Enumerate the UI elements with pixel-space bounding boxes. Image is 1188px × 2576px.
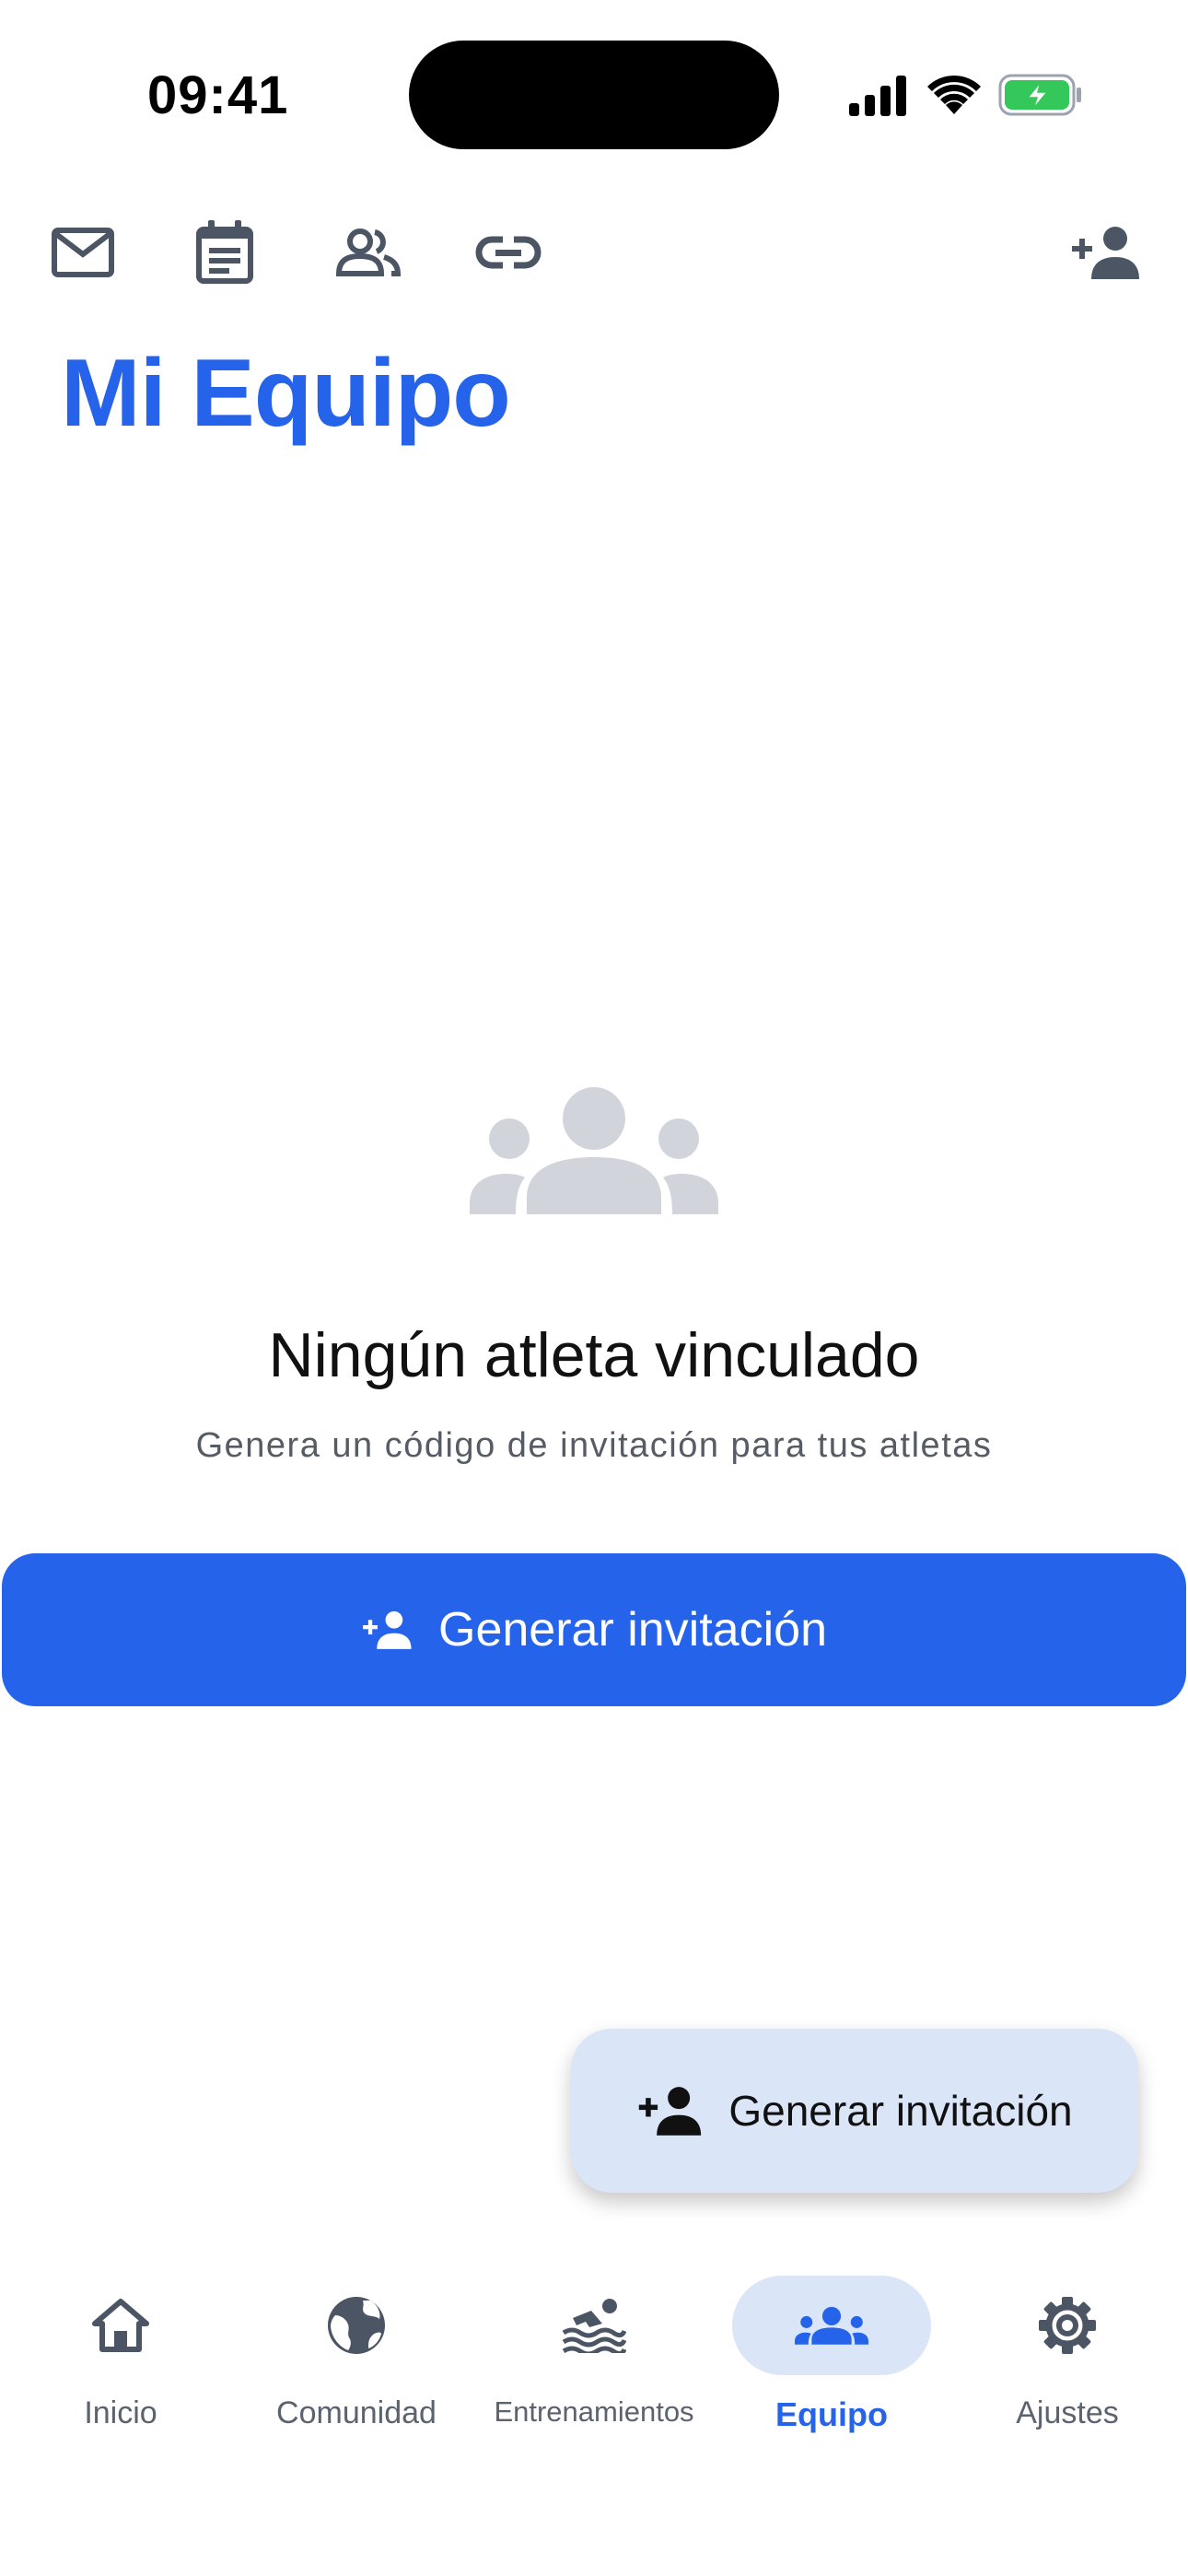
generate-invitation-label: Generar invitación: [438, 1603, 827, 1657]
status-time: 09:41: [147, 65, 289, 125]
add-person-icon: [361, 1610, 413, 1649]
nav-item-inicio[interactable]: Inicio: [2, 2276, 239, 2451]
empty-state-title: Ningún atleta vinculado: [268, 1320, 920, 1390]
notes-icon[interactable]: [177, 205, 273, 300]
home-icon: [91, 2298, 150, 2353]
add-person-icon: [636, 2086, 703, 2136]
mail-icon[interactable]: [35, 205, 131, 300]
nav-label-comunidad: Comunidad: [276, 2395, 437, 2430]
empty-state-subtitle: Genera un código de invitación para tus …: [195, 1426, 993, 1465]
swimming-icon: [562, 2298, 626, 2353]
people-icon[interactable]: [320, 205, 416, 300]
group-icon: [795, 2306, 868, 2345]
nav-label-entrenamientos: Entrenamientos: [494, 2395, 694, 2428]
gear-icon: [1037, 2295, 1098, 2356]
globe-icon: [326, 2295, 387, 2356]
nav-item-ajustes[interactable]: Ajustes: [949, 2276, 1186, 2451]
fab-label: Generar invitación: [728, 2087, 1073, 2135]
nav-label-ajustes: Ajustes: [1016, 2395, 1119, 2430]
generate-invitation-fab[interactable]: Generar invitación: [571, 2029, 1138, 2193]
link-icon[interactable]: [460, 205, 556, 300]
cellular-signal-icon: [849, 76, 908, 116]
wifi-icon: [926, 74, 982, 114]
generate-invitation-button[interactable]: Generar invitación: [2, 1553, 1186, 1706]
nav-item-entrenamientos[interactable]: Entrenamientos: [475, 2276, 713, 2451]
nav-label-equipo: Equipo: [775, 2395, 888, 2433]
add-person-icon[interactable]: [1057, 205, 1153, 300]
nav-item-equipo[interactable]: Equipo: [713, 2276, 950, 2451]
nav-item-comunidad[interactable]: Comunidad: [238, 2276, 475, 2451]
battery-charging-icon: [998, 74, 1083, 116]
page-title: Mi Equipo: [61, 340, 511, 447]
nav-label-inicio: Inicio: [84, 2395, 157, 2430]
group-icon: [470, 1085, 718, 1214]
dynamic-island: [409, 41, 779, 149]
